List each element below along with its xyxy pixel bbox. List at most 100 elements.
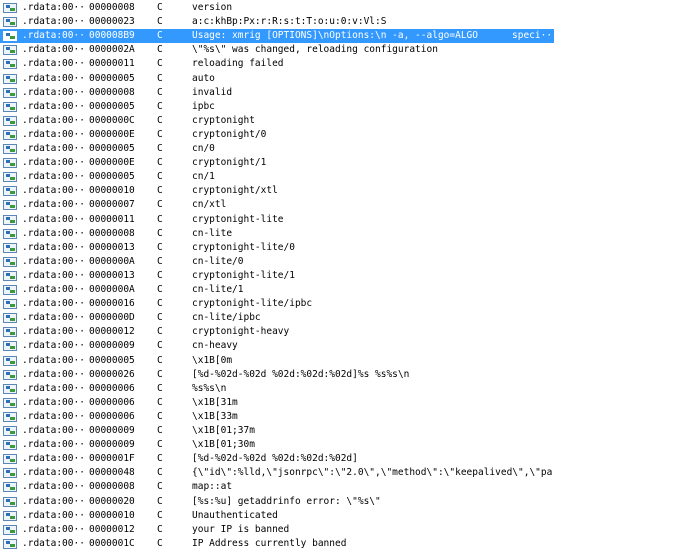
length-cell: 00000026 <box>89 368 135 380</box>
length-cell: 00000006 <box>89 382 135 394</box>
string-icon <box>3 17 17 28</box>
string-row[interactable]: .rdata:00··· 00000013 Ccryptonight-lite/1 <box>0 269 554 283</box>
string-row[interactable]: .rdata:00··· 00000012 Ccryptonight-heavy <box>0 325 554 339</box>
length-cell: 00000006 <box>89 396 135 408</box>
string-row[interactable]: .rdata:00··· 00000006 C \x1B[31m <box>0 396 554 410</box>
length-cell: 0000000A <box>89 284 135 295</box>
string-row[interactable]: .rdata:00··· 00000012 Cyour IP is banned <box>0 523 554 537</box>
type-cell: C <box>157 199 163 211</box>
length-cell: 00000023 <box>89 16 135 28</box>
string-row[interactable]: .rdata:00··· 00000006 C %s%s\n <box>0 382 554 396</box>
address-cell: .rdata:00··· <box>22 298 84 310</box>
string-cell: cn/1 <box>192 171 215 183</box>
address-cell: .rdata:00··· <box>22 312 84 324</box>
string-icon <box>3 214 17 225</box>
string-row[interactable]: .rdata:00··· 00000011 Creloading failed <box>0 57 554 71</box>
length-cell: 00000005 <box>89 171 135 183</box>
string-icon <box>3 496 17 507</box>
address-cell: .rdata:00··· <box>22 354 84 366</box>
string-cell: cn/xtl <box>192 199 227 211</box>
string-row[interactable]: .rdata:00··· 00000011 Ccryptonight-lite <box>0 213 554 227</box>
string-row[interactable]: .rdata:00··· 0000000D Ccn-lite/ipbc <box>0 311 554 325</box>
length-cell: 00000048 <box>89 467 135 479</box>
string-cell: cryptonight <box>192 114 255 126</box>
string-row[interactable]: .rdata:00··· 00000009 C \x1B[01;37m <box>0 424 554 438</box>
string-cell: your IP is banned <box>192 523 290 535</box>
string-icon <box>3 45 17 56</box>
length-cell: 0000000E <box>89 157 135 169</box>
string-cell: \x1B[33m <box>192 410 238 422</box>
string-row[interactable]: .rdata:00··· 00000005 Ccn/0 <box>0 142 554 156</box>
string-icon <box>3 510 17 521</box>
string-row[interactable]: .rdata:00··· 00000016 Ccryptonight-lite/ip… <box>0 297 554 311</box>
address-cell: .rdata:00··· <box>22 537 84 549</box>
string-icon <box>3 172 17 183</box>
string-cell: cn-lite/1 <box>192 284 244 295</box>
string-icon <box>3 426 17 436</box>
string-icon <box>3 59 17 70</box>
strings-list[interactable]: .rdata:00··· 00000008 Cversion .rdata:00···… <box>0 0 692 550</box>
string-row[interactable]: .rdata:00··· 00000010 Ccryptonight/xtl <box>0 184 554 198</box>
address-cell: .rdata:00··· <box>22 326 84 338</box>
type-cell: C <box>157 523 163 535</box>
string-icon <box>3 524 17 535</box>
string-cell: cryptonight/0 <box>192 128 267 140</box>
string-row[interactable]: .rdata:00··· 0000000C Ccryptonight <box>0 114 554 128</box>
string-row[interactable]: .rdata:00··· 000008B9 C Usage: xmrig [OPTIO… <box>0 29 554 44</box>
length-cell: 00000016 <box>89 298 135 310</box>
address-cell: .rdata:00··· <box>22 2 84 13</box>
string-row[interactable]: .rdata:00··· 0000002A C \"%s\" was changed,… <box>0 43 554 57</box>
string-row[interactable]: .rdata:00··· 00000010 C Unauthenticated <box>0 509 554 523</box>
string-row[interactable]: .rdata:00··· 00000006 C \x1B[33m <box>0 410 554 424</box>
string-row[interactable]: .rdata:00··· 00000005 Ccn/1 <box>0 170 554 184</box>
string-row[interactable]: .rdata:00··· 00000008 Cinvalid <box>0 86 554 100</box>
type-cell: C <box>157 213 163 225</box>
string-row[interactable]: .rdata:00··· 0000000E Ccryptonight/0 <box>0 128 554 142</box>
string-row[interactable]: .rdata:00··· 00000008 Ccn-lite <box>0 227 554 241</box>
address-cell: .rdata:00··· <box>22 58 84 70</box>
string-row[interactable]: .rdata:00··· 0000000A Ccn-lite/1 <box>0 283 554 297</box>
address-cell: .rdata:00··· <box>22 410 84 422</box>
string-row[interactable]: .rdata:00··· 00000023 Ca:c:khBp:Px:r:R:s:t… <box>0 15 554 29</box>
length-cell: 0000002A <box>89 44 135 56</box>
address-cell: .rdata:00··· <box>22 185 84 197</box>
string-row[interactable]: .rdata:00··· 00000005 Cipbc <box>0 100 554 114</box>
string-cell: version <box>192 2 233 13</box>
length-cell: 00000008 <box>89 227 135 239</box>
address-cell: .rdata:00··· <box>22 453 84 465</box>
address-cell: .rdata:00··· <box>22 255 84 267</box>
string-cell: cn-lite/0 <box>192 255 244 267</box>
type-cell: C <box>157 354 163 366</box>
address-cell: .rdata:00··· <box>22 44 84 56</box>
address-cell: .rdata:00··· <box>22 467 84 479</box>
string-row[interactable]: .rdata:00··· 00000007 Ccn/xtl <box>0 198 554 212</box>
type-cell: C <box>157 312 163 324</box>
string-row[interactable]: .rdata:00··· 00000013 Ccryptonight-lite/0 <box>0 241 554 255</box>
string-row[interactable]: .rdata:00··· 00000005 Cauto <box>0 72 554 86</box>
length-cell: 00000005 <box>89 354 135 366</box>
string-row[interactable]: .rdata:00··· 0000001F C [%d-%02d-%02d %02d:… <box>0 452 554 466</box>
length-cell: 00000008 <box>89 481 135 493</box>
string-icon <box>3 129 17 140</box>
string-icon <box>3 411 17 422</box>
string-cell: Usage: xmrig [OPTIONS]\nOptions:\n -a, -… <box>192 30 478 42</box>
type-cell: C <box>157 100 163 112</box>
length-cell: 00000006 <box>89 410 135 422</box>
string-row[interactable]: .rdata:00··· 00000008 Cmap::at <box>0 480 554 494</box>
string-row[interactable]: .rdata:00··· 00000020 C [%s:%u] getaddrinfo… <box>0 495 554 509</box>
length-cell: 000008B9 <box>89 30 135 42</box>
string-row[interactable]: .rdata:00··· 00000005 C \x1B[0m <box>0 354 554 368</box>
string-row[interactable]: .rdata:00··· 00000009 Ccn-heavy <box>0 339 554 353</box>
string-cell: cryptonight-lite/1 <box>192 269 295 281</box>
string-icon <box>3 115 17 126</box>
string-row[interactable]: .rdata:00··· 00000009 C \x1B[01;30m <box>0 438 554 452</box>
string-row[interactable]: .rdata:00··· 0000000A Ccn-lite/0 <box>0 255 554 269</box>
string-row[interactable]: .rdata:00··· 0000000E Ccryptonight/1 <box>0 156 554 170</box>
string-row[interactable]: .rdata:00··· 00000026 C [%d-%02d-%02d %02d:… <box>0 368 554 382</box>
string-icon <box>3 355 17 366</box>
string-icon <box>3 285 17 295</box>
length-cell: 00000005 <box>89 100 135 112</box>
string-row[interactable]: .rdata:00··· 0000001C C IP Address currentl… <box>0 537 554 551</box>
string-row[interactable]: .rdata:00··· 00000008 Cversion <box>0 1 554 15</box>
string-row[interactable]: .rdata:00··· 00000048 C {\"id\":%lld,\"json… <box>0 466 554 480</box>
